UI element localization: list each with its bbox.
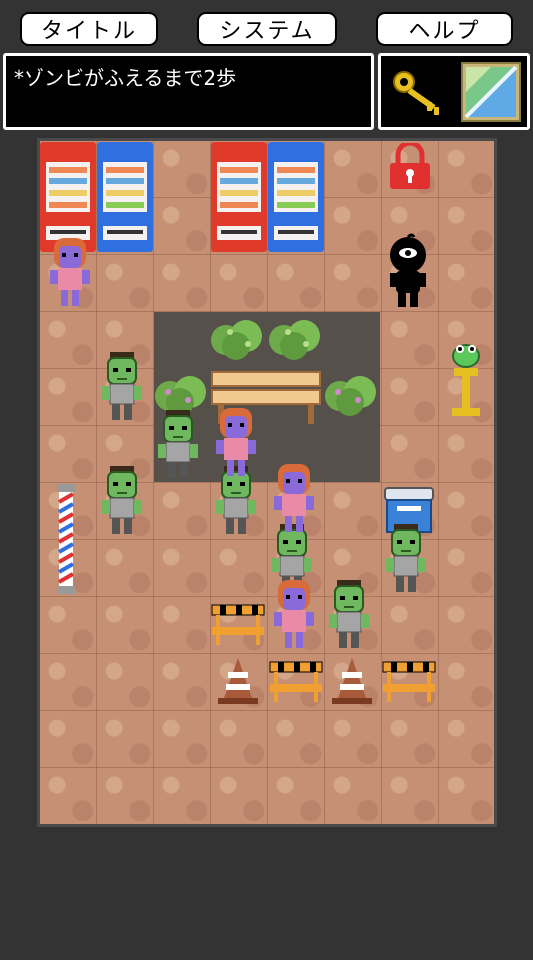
bush: [268, 314, 322, 368]
message-window: *ゾンビがふえるまで2歩: [3, 53, 374, 130]
zombie[interactable]: [384, 524, 428, 598]
frog-statue[interactable]: [448, 340, 484, 424]
barber-pole[interactable]: [55, 484, 77, 598]
inventory-panel: [378, 53, 530, 130]
zombie[interactable]: [327, 580, 371, 654]
traffic-cone: [216, 656, 260, 710]
bush: [210, 314, 264, 368]
padlock-icon[interactable]: [388, 140, 432, 195]
zombie[interactable]: [100, 466, 144, 540]
map-icon[interactable]: [461, 62, 521, 122]
female-zombie[interactable]: [272, 580, 316, 654]
barricade: [210, 601, 266, 651]
barricade: [268, 658, 324, 708]
zombie[interactable]: [100, 352, 144, 426]
bush: [324, 370, 378, 424]
vending-machine-blue[interactable]: [268, 142, 324, 256]
key-icon[interactable]: [387, 62, 447, 122]
system-button[interactable]: システム: [197, 12, 337, 46]
vending-machine-blue[interactable]: [97, 142, 153, 256]
female-zombie[interactable]: [48, 238, 92, 312]
female-zombie[interactable]: [272, 464, 316, 538]
zombie[interactable]: [156, 410, 200, 484]
vending-machine-red[interactable]: [211, 142, 267, 256]
shadow-figure[interactable]: [386, 233, 430, 311]
barricade: [381, 658, 437, 708]
female-zombie[interactable]: [214, 408, 258, 482]
title-button[interactable]: タイトル: [20, 12, 158, 46]
traffic-cone: [330, 656, 374, 710]
message-text: *ゾンビがふえるまで2歩: [14, 66, 237, 90]
help-button[interactable]: ヘルプ: [376, 12, 513, 46]
